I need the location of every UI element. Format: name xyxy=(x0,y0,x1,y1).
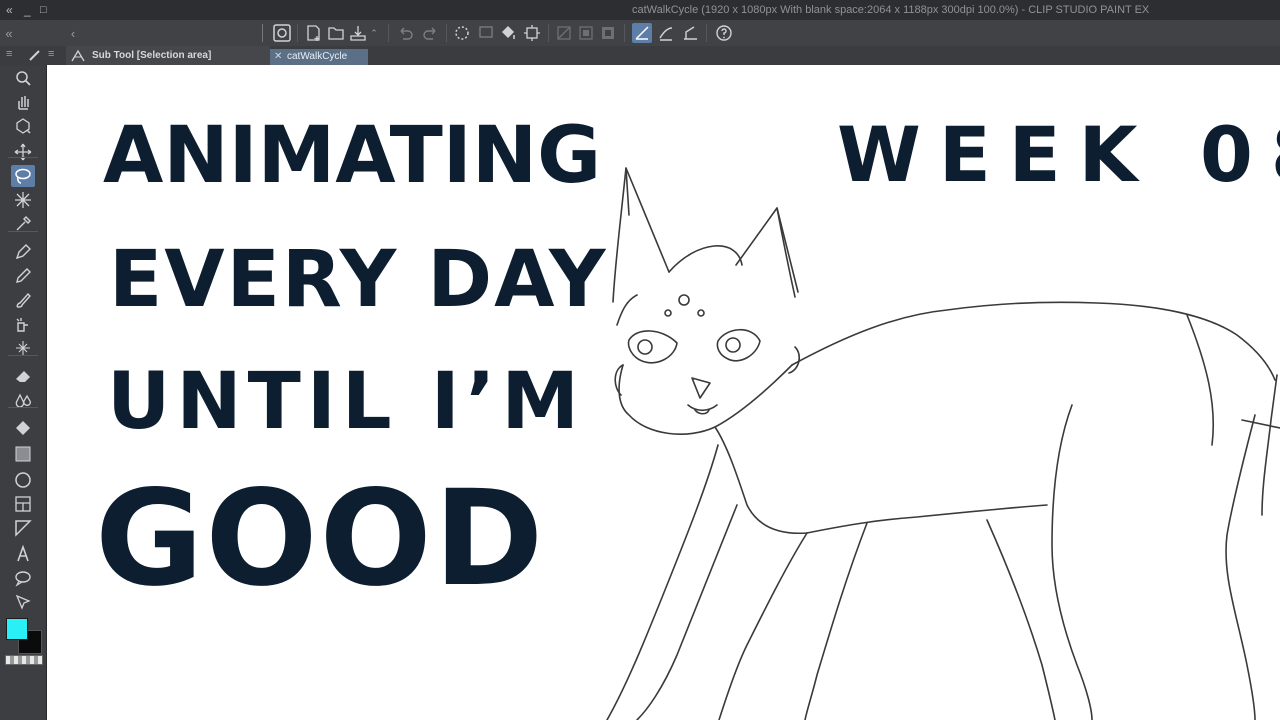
drawing-canvas[interactable]: ANIMATING EVERY DAY UNTIL I’M GOOD WEEK … xyxy=(47,65,1280,720)
move-layer-icon xyxy=(14,143,32,161)
balloon-icon xyxy=(15,571,31,587)
snap-ruler-icon[interactable] xyxy=(632,23,652,43)
hand-icon xyxy=(18,96,29,110)
lasso-selection-icon xyxy=(15,168,31,184)
fill-tool[interactable] xyxy=(11,417,35,439)
week-label: WEEK 08 xyxy=(837,110,1280,199)
pencil-tool[interactable] xyxy=(11,265,35,287)
expand-panels-icon[interactable]: « xyxy=(6,3,13,17)
brush-icon xyxy=(16,292,31,308)
deselect-icon[interactable] xyxy=(576,23,596,43)
clip-studio-icon[interactable] xyxy=(272,23,292,43)
close-tab-icon[interactable]: ✕ xyxy=(274,49,282,65)
undo-icon[interactable] xyxy=(396,23,416,43)
clear-icon[interactable] xyxy=(476,23,496,43)
redo-icon[interactable] xyxy=(420,23,440,43)
main-color-swatch[interactable] xyxy=(6,618,28,640)
text-icon xyxy=(17,545,29,562)
panel-menu-icon[interactable]: ≡ xyxy=(48,48,54,60)
subtool-panel-tab[interactable]: Sub Tool [Selection area] xyxy=(66,46,270,65)
ruler-tool[interactable] xyxy=(11,517,35,539)
invert-selection-icon[interactable] xyxy=(598,23,618,43)
fill-icon xyxy=(16,421,30,435)
zoom-tool[interactable] xyxy=(11,67,35,89)
airbrush-icon xyxy=(16,318,28,332)
save-icon[interactable] xyxy=(348,23,368,43)
transparent-color-swatch[interactable] xyxy=(5,655,43,665)
gradient-icon xyxy=(15,446,31,462)
command-bar: « ‹ ⌃ xyxy=(0,20,1280,47)
transform-icon[interactable] xyxy=(522,23,542,43)
ruler-icon xyxy=(15,520,32,537)
eraser-icon xyxy=(16,371,30,382)
fill-selection-icon[interactable] xyxy=(498,23,518,43)
lasso-selection-tool[interactable] xyxy=(11,165,35,187)
collapse-left-icon[interactable]: « xyxy=(2,23,16,43)
loading-icon[interactable] xyxy=(452,23,472,43)
help-icon[interactable] xyxy=(714,23,734,43)
minimize-button[interactable]: _ xyxy=(24,3,31,17)
brush-tool[interactable] xyxy=(11,289,35,311)
snap-special-ruler-icon[interactable] xyxy=(656,23,676,43)
figure-tool[interactable] xyxy=(11,469,35,491)
airbrush-tool[interactable] xyxy=(11,313,35,335)
selection-subtool-icon xyxy=(71,49,85,62)
rotate-view-icon xyxy=(16,118,31,134)
eraser-tool[interactable] xyxy=(11,365,35,387)
headline-line-2: EVERY DAY xyxy=(109,235,608,325)
panel-tab-row: ≡ ≡ Sub Tool [Selection area] ✕ catWalkC… xyxy=(0,46,1280,65)
pen-tool[interactable] xyxy=(11,241,35,263)
document-tab[interactable]: ✕ catWalkCycle xyxy=(270,49,368,65)
correct-line-icon xyxy=(15,594,31,610)
menu-icon[interactable]: ≡ xyxy=(6,48,12,60)
auto-select-tool[interactable] xyxy=(11,189,35,211)
figure-icon xyxy=(15,472,31,488)
subtool-panel-label: Sub Tool [Selection area] xyxy=(92,50,212,61)
document-tab-label: catWalkCycle xyxy=(287,51,348,62)
auto-select-icon xyxy=(15,192,31,208)
new-icon[interactable] xyxy=(304,23,324,43)
frame-border-icon xyxy=(15,496,31,512)
gradient-tool[interactable] xyxy=(11,443,35,465)
text-tool[interactable] xyxy=(11,543,35,565)
window-title: catWalkCycle (1920 x 1080px With blank s… xyxy=(632,4,1150,16)
frame-border-tool[interactable] xyxy=(11,493,35,515)
rotate-view-tool[interactable] xyxy=(11,115,35,137)
pencil-icon xyxy=(16,268,31,283)
toolbar-separator xyxy=(8,407,38,408)
collapse-panel-icon[interactable]: ‹ xyxy=(66,23,80,43)
correct-line-tool[interactable] xyxy=(11,591,35,613)
zoom-icon xyxy=(16,71,31,86)
pen-icon xyxy=(15,244,31,260)
hide-selection-icon[interactable] xyxy=(554,23,574,43)
headline-line-1: ANIMATING xyxy=(103,111,602,201)
tool-palette xyxy=(0,65,47,720)
headline-line-4: GOOD xyxy=(95,462,546,616)
maximize-button[interactable]: □ xyxy=(40,3,47,17)
save-menu-icon[interactable]: ⌃ xyxy=(368,23,380,43)
snap-grid-icon[interactable] xyxy=(680,23,700,43)
hand-tool[interactable] xyxy=(11,91,35,113)
open-icon[interactable] xyxy=(326,23,346,43)
balloon-tool[interactable] xyxy=(11,567,35,589)
move-layer-tool[interactable] xyxy=(11,141,35,163)
headline-line-3: UNTIL I’M xyxy=(107,357,585,447)
toolbar-separator xyxy=(8,157,38,158)
toolbar-separator xyxy=(8,355,38,356)
title-bar: « _ □ catWalkCycle (1920 x 1080px With b… xyxy=(0,0,1280,20)
toolbar-separator xyxy=(8,231,38,232)
